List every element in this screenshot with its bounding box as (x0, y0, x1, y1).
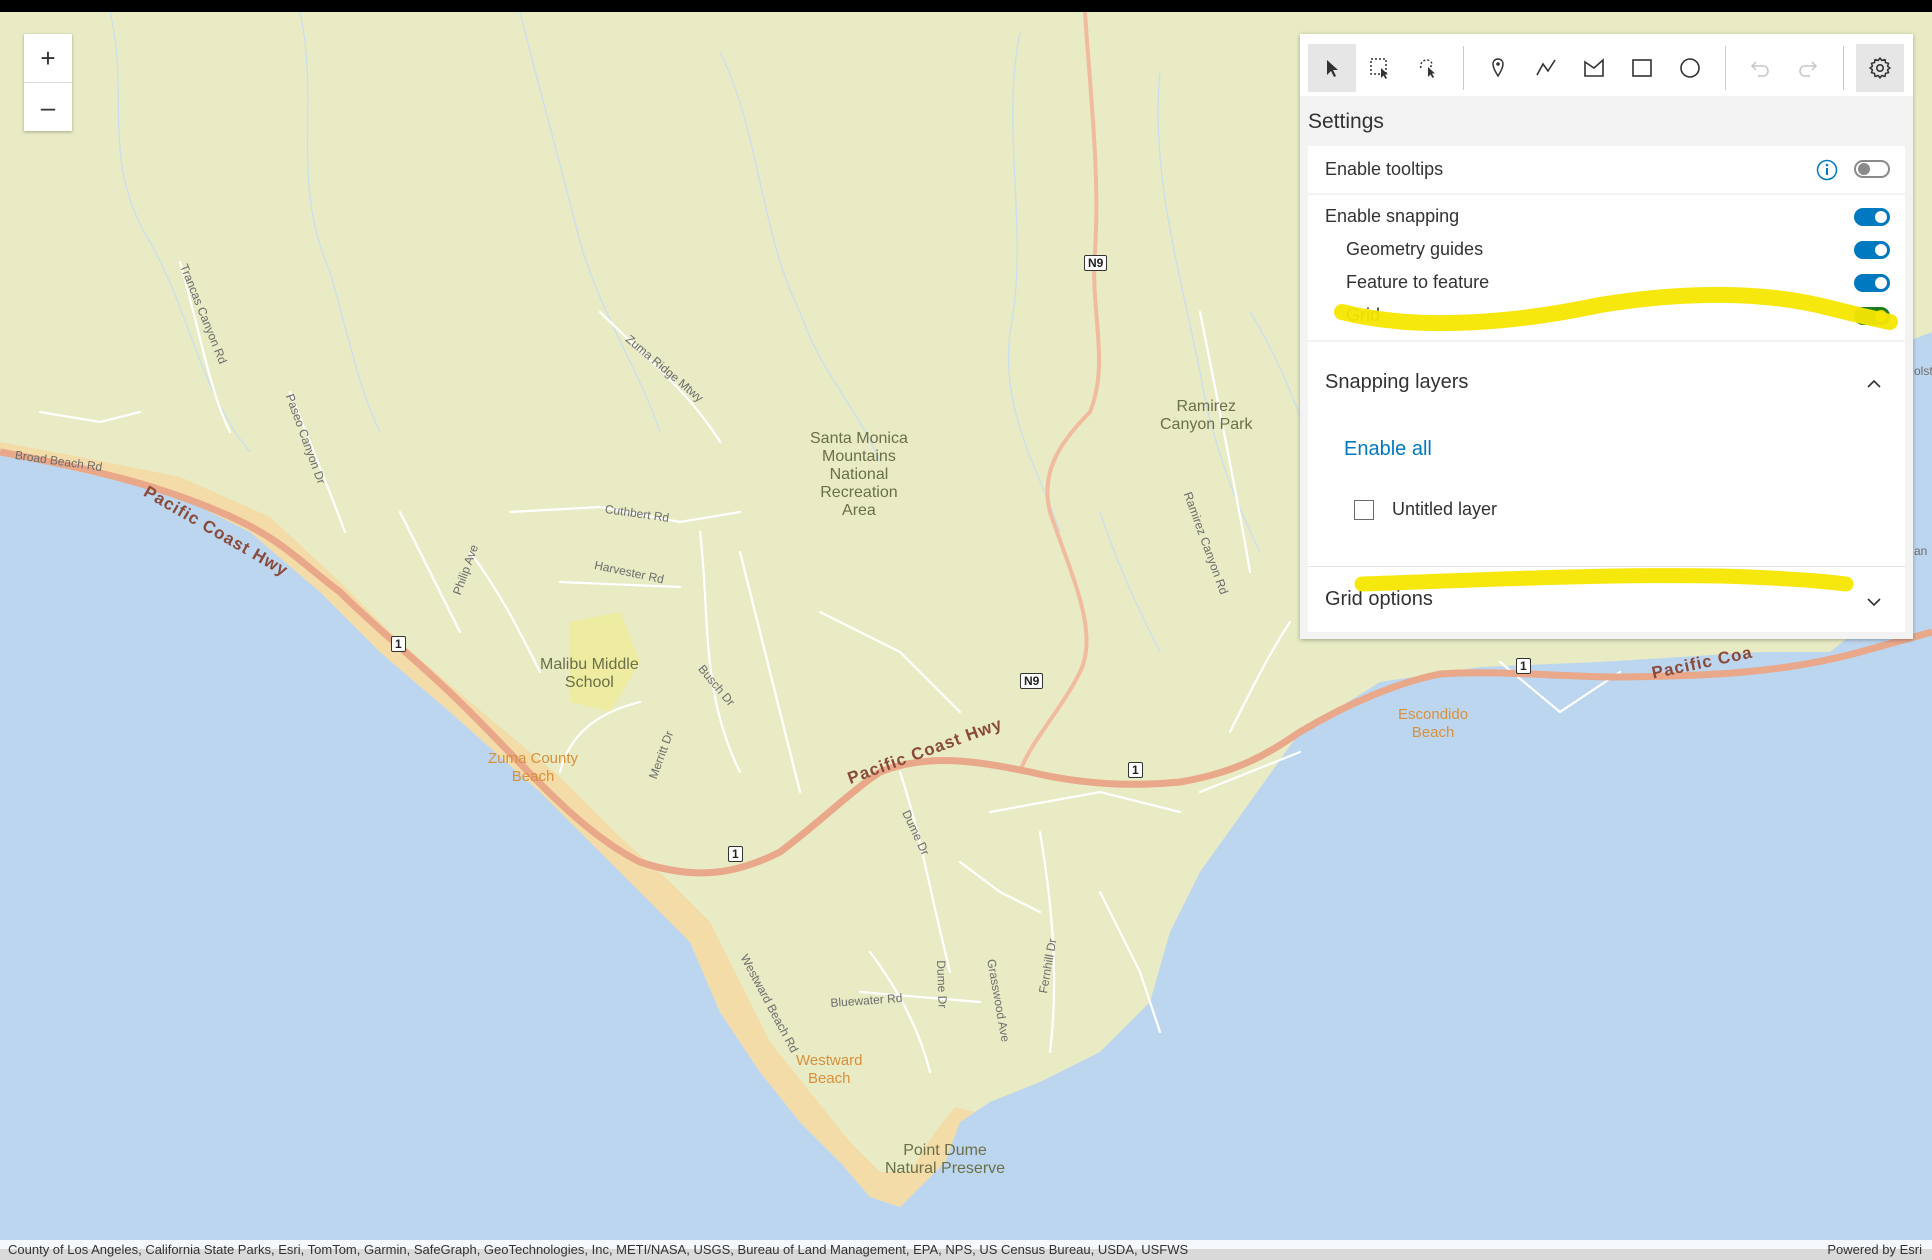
polygon-icon (1584, 58, 1604, 77)
label-edge-2: an (1914, 544, 1928, 558)
lasso-select-tool-button[interactable] (1404, 44, 1452, 92)
snapping-card: Enable snapping Geometry guides Feature … (1308, 195, 1905, 340)
tooltips-card: Enable tooltips (1308, 146, 1905, 193)
label-edge-1: olst (1914, 364, 1932, 378)
settings-button[interactable] (1856, 44, 1904, 92)
polygon-tool-button[interactable] (1570, 44, 1618, 92)
pin-icon (1492, 58, 1504, 78)
zoom-out-button[interactable]: – (24, 82, 72, 131)
shield-1-a: 1 (391, 636, 406, 652)
snapping-toggle[interactable] (1854, 208, 1890, 226)
label-zuma-beach: Zuma County Beach (488, 750, 579, 785)
shield-n9-top: N9 (1084, 255, 1108, 271)
point-tool-button[interactable] (1474, 44, 1522, 92)
polyline-tool-button[interactable] (1522, 44, 1570, 92)
attribution-text: County of Los Angeles, California State … (8, 1242, 1189, 1257)
undo-button[interactable] (1736, 44, 1784, 92)
feature-to-feature-label: Feature to feature (1346, 272, 1490, 292)
shield-n9-mid: N9 (1020, 673, 1044, 689)
sketch-panel: Settings Enable tooltips Enable snapping… (1300, 34, 1913, 639)
tooltips-toggle[interactable] (1854, 160, 1890, 178)
settings-title: Settings (1308, 110, 1384, 133)
grid-label: Grid (1346, 305, 1381, 325)
snapping-layers-title[interactable]: Snapping layers (1325, 371, 1468, 394)
snapping-layers-card: Snapping layers Enable all Untitled laye… (1308, 342, 1905, 632)
label-park: Santa Monica Mountains National Recreati… (810, 430, 908, 519)
rectangle-select-icon (1370, 58, 1388, 79)
grid-toggle[interactable] (1854, 307, 1890, 325)
sketch-toolbar (1300, 34, 1913, 96)
rectangle-select-tool-button[interactable] (1356, 44, 1404, 92)
circle-icon (1680, 58, 1700, 78)
polyline-icon (1536, 59, 1556, 76)
circle-tool-button[interactable] (1666, 44, 1714, 92)
grid-options-title[interactable]: Grid options (1325, 588, 1433, 611)
label-point-dume: Point Dume Natural Preserve (885, 1142, 1006, 1177)
cursor-icon (1327, 60, 1338, 77)
label-escondido-beach: Escondido Beach (1398, 706, 1469, 741)
snapping-label: Enable snapping (1325, 206, 1460, 226)
toolbar-separator (1843, 46, 1844, 90)
select-tool-button[interactable] (1308, 44, 1356, 92)
gear-icon (1869, 57, 1891, 79)
shield-1-b: 1 (728, 846, 743, 862)
powered-by[interactable]: Powered by Esri (1827, 1240, 1922, 1260)
label-ramirez-park: Ramirez Canyon Park (1160, 398, 1253, 433)
enable-all-link[interactable]: Enable all (1344, 438, 1432, 461)
attribution-bar: County of Los Angeles, California State … (0, 1240, 1932, 1260)
zoom-control: + – (24, 34, 72, 131)
rectangle-tool-button[interactable] (1618, 44, 1666, 92)
redo-button[interactable] (1784, 44, 1832, 92)
redo-icon (1799, 61, 1818, 77)
label-dume-dr-2: Dume Dr (934, 960, 950, 1009)
shield-1-d: 1 (1516, 658, 1531, 674)
label-westward-beach: Westward Beach (796, 1052, 863, 1087)
chevron-down-icon[interactable] (1864, 592, 1884, 612)
geometry-guides-toggle[interactable] (1854, 241, 1890, 259)
geometry-guides-label: Geometry guides (1346, 239, 1484, 259)
tooltips-label: Enable tooltips (1325, 159, 1444, 179)
rectangle-icon (1632, 59, 1652, 77)
layer-checkbox[interactable] (1354, 500, 1374, 520)
feature-to-feature-toggle[interactable] (1854, 274, 1890, 292)
shield-1-c: 1 (1128, 762, 1143, 778)
lasso-select-icon (1419, 59, 1435, 78)
label-school: Malibu Middle School (540, 656, 639, 691)
layer-name: Untitled layer (1392, 499, 1498, 519)
undo-icon (1750, 61, 1769, 77)
chevron-up-icon[interactable] (1864, 374, 1884, 394)
divider (1308, 566, 1905, 567)
toolbar-separator (1725, 46, 1726, 90)
info-icon[interactable] (1816, 159, 1838, 181)
zoom-in-button[interactable]: + (24, 34, 72, 82)
toolbar-separator (1463, 46, 1464, 90)
